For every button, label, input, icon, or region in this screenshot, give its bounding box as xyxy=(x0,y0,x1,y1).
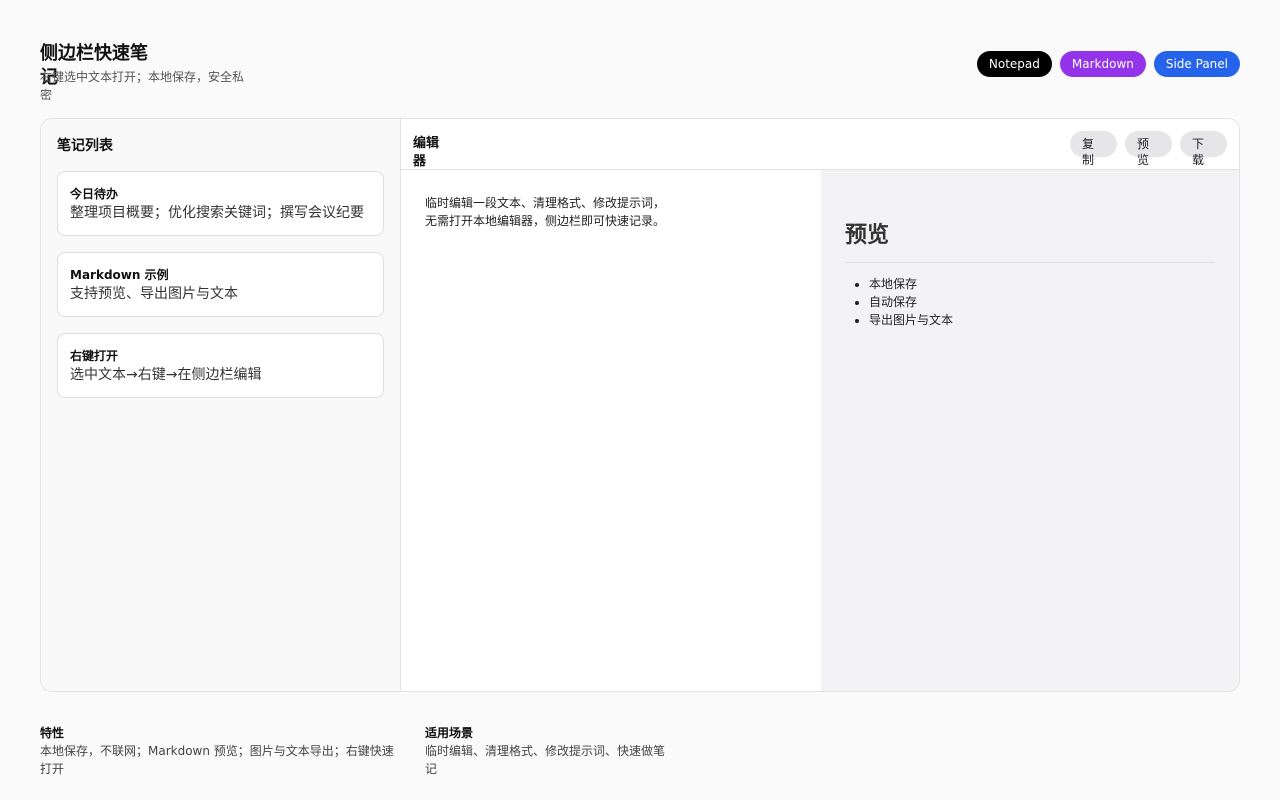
scenes-section: 适用场景 临时编辑、清理格式、修改提示词、快速做笔记 xyxy=(425,725,665,778)
markdown-preview: 预览 本地保存 自动保存 导出图片与文本 xyxy=(821,170,1239,691)
editor-title: 编辑器 xyxy=(413,136,440,169)
preview-list-item: 导出图片与文本 xyxy=(869,311,1215,329)
preview-list-item: 本地保存 xyxy=(869,275,1215,293)
page-footer: 特性 本地保存，不联网；Markdown 预览；图片与文本导出；右键快速打开 适… xyxy=(40,725,1240,785)
copy-button-label: 复制 xyxy=(1082,137,1095,167)
note-preview: 整理项目概要；优化搜索关键词；撰写会议纪要 xyxy=(70,205,364,221)
editor-toolbar: 编辑器 复制 预览 下载 xyxy=(401,119,1239,170)
tag-badges: Notepad Markdown Side Panel xyxy=(976,51,1240,77)
preview-button[interactable]: 预览 xyxy=(1125,131,1172,167)
features-section: 特性 本地保存，不联网；Markdown 预览；图片与文本导出；右键快速打开 xyxy=(40,725,400,778)
notes-sidebar: 笔记列表 今日待办 整理项目概要；优化搜索关键词；撰写会议纪要 Markdown… xyxy=(41,119,401,691)
badge-notepad: Notepad xyxy=(976,51,1052,77)
copy-button[interactable]: 复制 xyxy=(1070,131,1117,167)
scenes-title: 适用场景 xyxy=(425,726,474,740)
sidebar-title: 笔记列表 xyxy=(57,138,113,154)
preview-button-label: 预览 xyxy=(1137,137,1150,167)
page-header: 侧边栏快速笔记 右键选中文本打开；本地保存，安全私密 Notepad Markd… xyxy=(40,40,1240,104)
editor-main: 编辑器 复制 预览 下载 临时编辑一段文本、清理格式、修改提示词，无需打开本地编… xyxy=(401,119,1239,691)
toolbar-buttons: 复制 预览 下载 xyxy=(1070,131,1227,167)
preview-list-item: 自动保存 xyxy=(869,293,1215,311)
preview-heading: 预览 xyxy=(845,222,1215,263)
editor-panes: 临时编辑一段文本、清理格式、修改提示词，无需打开本地编辑器，侧边栏即可快速记录。… xyxy=(401,170,1239,691)
note-title: 右键打开 xyxy=(70,349,119,363)
preview-list: 本地保存 自动保存 导出图片与文本 xyxy=(845,275,1215,329)
scenes-text: 临时编辑、清理格式、修改提示词、快速做笔记 xyxy=(425,744,666,776)
note-item-todo[interactable]: 今日待办 整理项目概要；优化搜索关键词；撰写会议纪要 xyxy=(57,171,384,236)
features-title: 特性 xyxy=(40,726,65,740)
badge-markdown: Markdown xyxy=(1059,51,1146,77)
note-preview: 选中文本→右键→在侧边栏编辑 xyxy=(70,367,262,383)
app-card: 笔记列表 今日待办 整理项目概要；优化搜索关键词；撰写会议纪要 Markdown… xyxy=(40,118,1240,692)
download-button[interactable]: 下载 xyxy=(1180,131,1227,167)
editor-content: 临时编辑一段文本、清理格式、修改提示词，无需打开本地编辑器，侧边栏即可快速记录。 xyxy=(425,196,666,228)
note-item-right-click[interactable]: 右键打开 选中文本→右键→在侧边栏编辑 xyxy=(57,333,384,398)
editor-textarea[interactable]: 临时编辑一段文本、清理格式、修改提示词，无需打开本地编辑器，侧边栏即可快速记录。 xyxy=(401,170,821,691)
note-preview: 支持预览、导出图片与文本 xyxy=(70,286,238,302)
note-title: 今日待办 xyxy=(70,187,119,201)
badge-side-panel: Side Panel xyxy=(1153,51,1240,77)
features-text: 本地保存，不联网；Markdown 预览；图片与文本导出；右键快速打开 xyxy=(40,744,394,776)
note-title: Markdown 示例 xyxy=(70,268,169,282)
page-subtitle: 右键选中文本打开；本地保存，安全私密 xyxy=(40,70,245,102)
download-button-label: 下载 xyxy=(1192,137,1205,167)
note-item-markdown[interactable]: Markdown 示例 支持预览、导出图片与文本 xyxy=(57,252,384,317)
